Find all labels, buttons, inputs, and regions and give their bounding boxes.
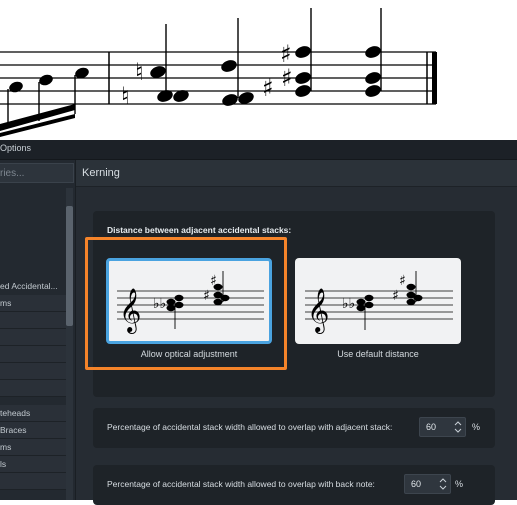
sidebar-item[interactable] — [0, 346, 66, 363]
section-title: Kerning — [82, 167, 120, 179]
category-sidebar: ries... ed Accidental... ms teheads Brac… — [0, 160, 76, 500]
svg-text:𝄞: 𝄞 — [119, 288, 141, 334]
back-note-overlap-label: Percentage of accidental stack width all… — [107, 479, 375, 489]
svg-text:♯: ♯ — [203, 288, 210, 304]
svg-text:♯: ♯ — [210, 273, 217, 289]
sidebar-item[interactable] — [0, 312, 66, 329]
category-search-input[interactable]: ries... — [0, 163, 74, 183]
search-placeholder: ries... — [0, 168, 25, 179]
default-distance-option[interactable]: 𝄞 ♭♭ ♯ ♯ — [295, 258, 461, 344]
default-distance-caption: Use default distance — [337, 349, 419, 359]
svg-text:♮: ♮ — [121, 82, 130, 110]
svg-text:♯: ♯ — [262, 74, 274, 102]
adjacent-overlap-value: 60 — [426, 422, 437, 432]
adjacent-overlap-spinbox[interactable]: 60 — [419, 417, 466, 437]
sidebar-item[interactable]: ls — [0, 456, 66, 473]
svg-text:𝄞: 𝄞 — [307, 288, 329, 334]
sidebar-item[interactable]: teheads — [0, 405, 66, 422]
svg-text:♭♭: ♭♭ — [153, 296, 166, 312]
adjacent-overlap-label: Percentage of accidental stack width all… — [107, 422, 393, 432]
dialog-title: Options — [0, 143, 32, 153]
adjacent-overlap-panel: Percentage of accidental stack width all… — [93, 408, 495, 448]
sidebar-item[interactable]: ms — [0, 295, 66, 312]
svg-text:♯: ♯ — [399, 273, 406, 289]
section-header: Kerning — [76, 160, 517, 187]
sidebar-item[interactable]: Braces — [0, 422, 66, 439]
svg-text:♮: ♮ — [135, 58, 144, 86]
sidebar-item[interactable]: ed Accidental... — [0, 278, 66, 295]
optical-adjustment-option[interactable]: 𝄞 ♭♭ ♯ ♯ — [106, 258, 272, 344]
svg-text:♯: ♯ — [281, 64, 293, 92]
default-distance-preview: 𝄞 ♭♭ ♯ ♯ — [305, 271, 453, 334]
optical-adjustment-caption: Allow optical adjustment — [140, 349, 238, 359]
sidebar-item[interactable]: ms — [0, 439, 66, 456]
distance-panel: Distance between adjacent accidental sta… — [93, 211, 495, 397]
sidebar-item[interactable] — [0, 380, 66, 397]
distance-label: Distance between adjacent accidental sta… — [107, 225, 292, 235]
sidebar-item[interactable] — [0, 473, 66, 490]
back-note-overlap-value: 60 — [411, 479, 422, 489]
sidebar-scroll-thumb[interactable] — [66, 206, 73, 326]
options-content: Kerning Distance between adjacent accide… — [76, 160, 517, 505]
spin-arrows-icon[interactable] — [454, 419, 462, 435]
adjacent-overlap-unit: % — [472, 422, 481, 432]
sidebar-item[interactable] — [0, 329, 66, 346]
optical-adjustment-preview: 𝄞 ♭♭ ♯ ♯ — [117, 271, 264, 334]
notation-options-dialog: Options ries... ed Accidental... ms tehe… — [0, 140, 517, 505]
dialog-titlebar: Options — [0, 140, 517, 160]
back-note-overlap-unit: % — [455, 479, 464, 489]
sidebar-item[interactable] — [0, 363, 66, 380]
svg-text:♯: ♯ — [392, 288, 399, 304]
svg-text:♭♭: ♭♭ — [342, 296, 355, 312]
back-note-overlap-panel: Percentage of accidental stack width all… — [93, 465, 495, 505]
sidebar-scrollbar[interactable] — [66, 188, 73, 500]
score-notation: ♮ ♮ ♯ ♯ ♯ — [0, 0, 517, 140]
back-note-overlap-spinbox[interactable]: 60 — [404, 474, 451, 494]
spin-arrows-icon[interactable] — [439, 476, 447, 492]
